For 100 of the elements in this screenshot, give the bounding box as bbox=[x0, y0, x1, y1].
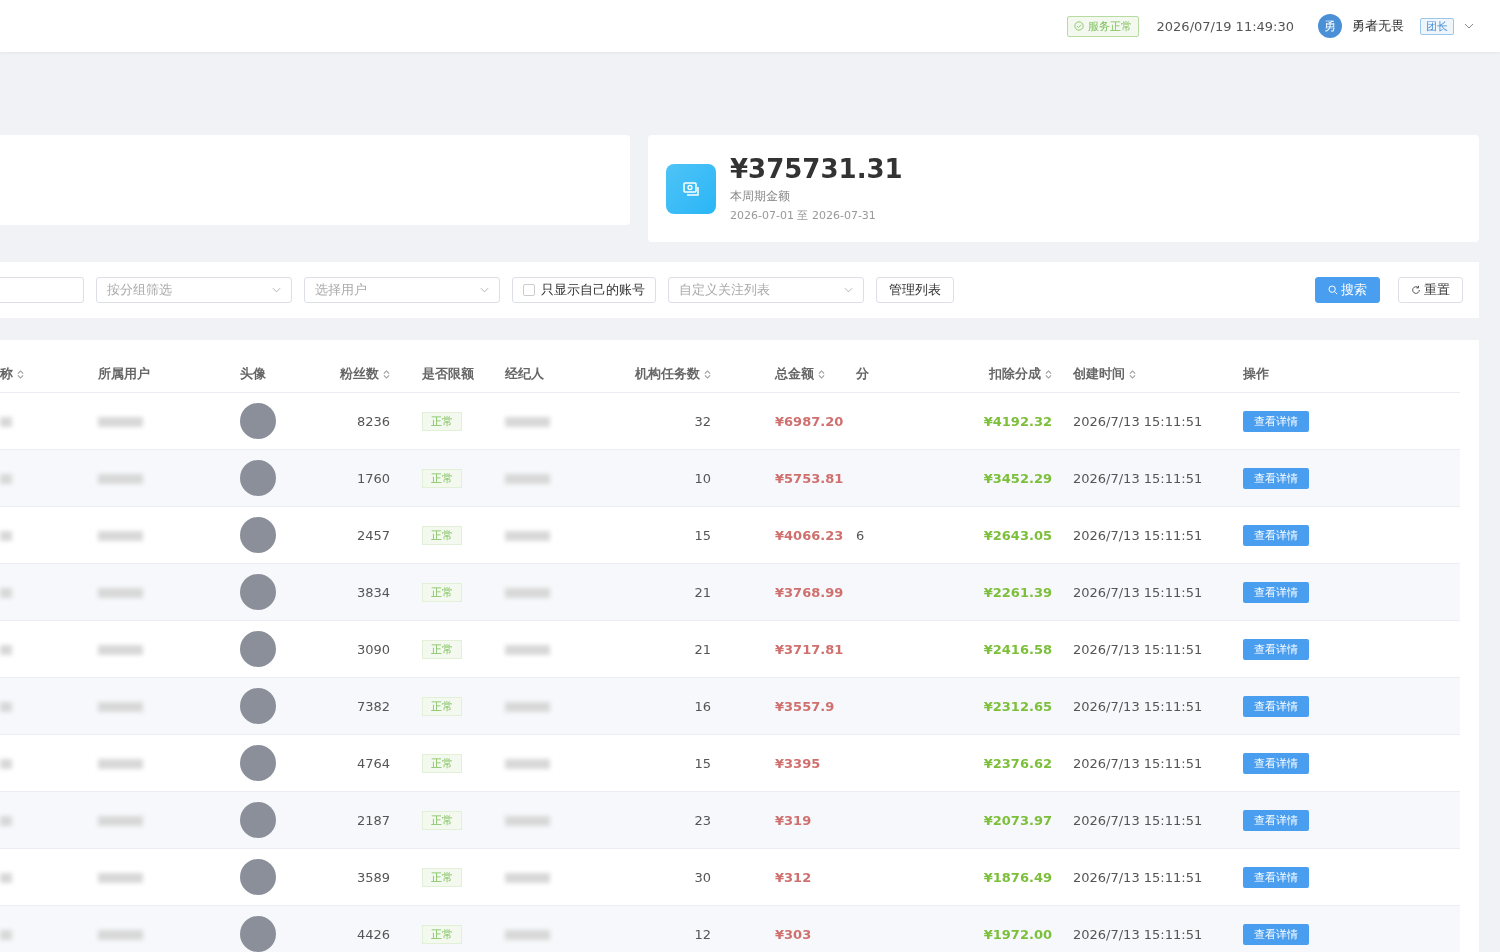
created-time: 2026/7/13 15:11:51 bbox=[1073, 812, 1203, 828]
fans-count: 2187 bbox=[356, 812, 390, 828]
deduct-amount: ¥1876.49 bbox=[983, 869, 1052, 885]
avatar-placeholder bbox=[240, 517, 276, 553]
total-amount: ¥6987.20 bbox=[775, 413, 844, 429]
chevron-down-icon bbox=[272, 287, 281, 293]
fans-count: 3834 bbox=[356, 584, 390, 600]
column-header[interactable]: 总金额 bbox=[775, 365, 825, 383]
blurred-text bbox=[505, 759, 550, 769]
avatar-placeholder bbox=[240, 802, 276, 838]
avatar-placeholder bbox=[240, 745, 276, 781]
blurred-text bbox=[0, 873, 12, 883]
chevron-down-icon bbox=[844, 287, 853, 293]
blurred-text bbox=[98, 816, 143, 826]
blurred-text bbox=[98, 702, 143, 712]
fans-count: 4426 bbox=[356, 926, 390, 942]
blurred-text bbox=[0, 702, 12, 712]
period-text: 2026-07-01 至 2026-07-31 bbox=[730, 208, 877, 223]
blurred-text bbox=[98, 873, 143, 883]
fans-count: 7382 bbox=[356, 698, 390, 714]
avatar-placeholder bbox=[240, 631, 276, 667]
manage-list-button[interactable]: 管理列表 bbox=[876, 277, 954, 303]
own-accounts-checkbox[interactable]: 只显示自己的账号 bbox=[512, 277, 656, 303]
user-avatar[interactable]: 勇 bbox=[1318, 14, 1342, 38]
created-time: 2026/7/13 15:11:51 bbox=[1073, 413, 1203, 429]
sort-icon[interactable] bbox=[1129, 368, 1136, 380]
blurred-text bbox=[0, 588, 12, 598]
refresh-icon bbox=[1411, 285, 1421, 295]
created-time: 2026/7/13 15:11:51 bbox=[1073, 584, 1203, 600]
column-header[interactable]: 称 bbox=[0, 365, 24, 383]
deduct-amount: ¥1972.00 bbox=[983, 926, 1052, 942]
search-icon bbox=[1328, 285, 1338, 295]
task-count: 16 bbox=[694, 698, 711, 714]
avatar-placeholder bbox=[240, 574, 276, 610]
blurred-text bbox=[0, 531, 12, 541]
sort-icon[interactable] bbox=[383, 368, 390, 380]
task-count: 23 bbox=[694, 812, 711, 828]
column-header[interactable]: 所属用户 bbox=[98, 365, 150, 383]
sort-icon[interactable] bbox=[818, 368, 825, 380]
status-tag: 正常 bbox=[422, 924, 462, 944]
blurred-text bbox=[98, 588, 143, 598]
total-amount: ¥3768.99 bbox=[775, 584, 844, 600]
column-header[interactable]: 扣除分成 bbox=[989, 365, 1052, 383]
avatar-placeholder bbox=[240, 688, 276, 724]
chevron-down-icon[interactable] bbox=[1464, 23, 1474, 29]
blurred-text bbox=[98, 417, 143, 427]
blurred-text bbox=[0, 759, 12, 769]
datetime-text: 2026/07/19 11:49:30 bbox=[1156, 18, 1294, 34]
column-header[interactable]: 经纪人 bbox=[505, 365, 544, 383]
sort-icon[interactable] bbox=[704, 368, 711, 380]
fans-count: 3090 bbox=[356, 641, 390, 657]
blurred-text bbox=[505, 816, 550, 826]
blurred-text bbox=[0, 930, 12, 940]
total-amount: ¥5753.81 bbox=[775, 470, 844, 486]
deduct-amount: ¥2416.58 bbox=[983, 641, 1052, 657]
blurred-text bbox=[505, 930, 550, 940]
task-count: 21 bbox=[694, 641, 711, 657]
status-tag: 正常 bbox=[422, 753, 462, 773]
blurred-text bbox=[0, 645, 12, 655]
status-tag: 正常 bbox=[422, 867, 462, 887]
fans-count: 2457 bbox=[356, 527, 390, 543]
deduct-amount: ¥2073.97 bbox=[983, 812, 1052, 828]
avatar-placeholder bbox=[240, 916, 276, 952]
column-header[interactable]: 是否限额 bbox=[422, 365, 474, 383]
sort-icon[interactable] bbox=[1045, 368, 1052, 380]
blurred-text bbox=[98, 531, 143, 541]
column-header[interactable]: 操作 bbox=[1243, 365, 1269, 383]
blurred-text bbox=[98, 759, 143, 769]
total-amount: ¥4066.23 bbox=[775, 527, 844, 543]
sort-icon[interactable] bbox=[17, 368, 24, 380]
role-tag: 团长 bbox=[1420, 17, 1454, 35]
money-icon bbox=[666, 163, 716, 214]
task-count: 15 bbox=[694, 527, 711, 543]
column-header[interactable]: 头像 bbox=[240, 365, 266, 383]
created-time: 2026/7/13 15:11:51 bbox=[1073, 527, 1203, 543]
input-field[interactable] bbox=[0, 277, 84, 303]
blurred-text bbox=[0, 816, 12, 826]
column-header[interactable]: 创建时间 bbox=[1073, 365, 1136, 383]
task-count: 12 bbox=[694, 926, 711, 942]
reset-button[interactable]: 重置 bbox=[1398, 277, 1463, 303]
column-header[interactable]: 分 bbox=[856, 365, 869, 383]
checkbox[interactable] bbox=[523, 284, 535, 296]
column-header[interactable]: 机构任务数 bbox=[635, 365, 711, 383]
total-amount: ¥3717.81 bbox=[775, 641, 844, 657]
user-name[interactable]: 勇者无畏 bbox=[1352, 17, 1404, 35]
avatar-placeholder bbox=[240, 403, 276, 439]
deduct-amount: ¥2261.39 bbox=[983, 584, 1052, 600]
task-count: 21 bbox=[694, 584, 711, 600]
blurred-text bbox=[505, 588, 550, 598]
total-amount: ¥303 bbox=[775, 926, 812, 942]
share-value: 6 bbox=[856, 527, 865, 543]
total-amount: ¥3395 bbox=[775, 755, 821, 771]
deduct-amount: ¥3452.29 bbox=[983, 470, 1052, 486]
blurred-text bbox=[505, 417, 550, 427]
deduct-amount: ¥2376.62 bbox=[983, 755, 1052, 771]
avatar-placeholder bbox=[240, 460, 276, 496]
fans-count: 3589 bbox=[356, 869, 390, 885]
column-header[interactable]: 粉丝数 bbox=[340, 365, 390, 383]
status-tag: 正常 bbox=[422, 411, 462, 431]
blurred-text bbox=[0, 474, 12, 484]
